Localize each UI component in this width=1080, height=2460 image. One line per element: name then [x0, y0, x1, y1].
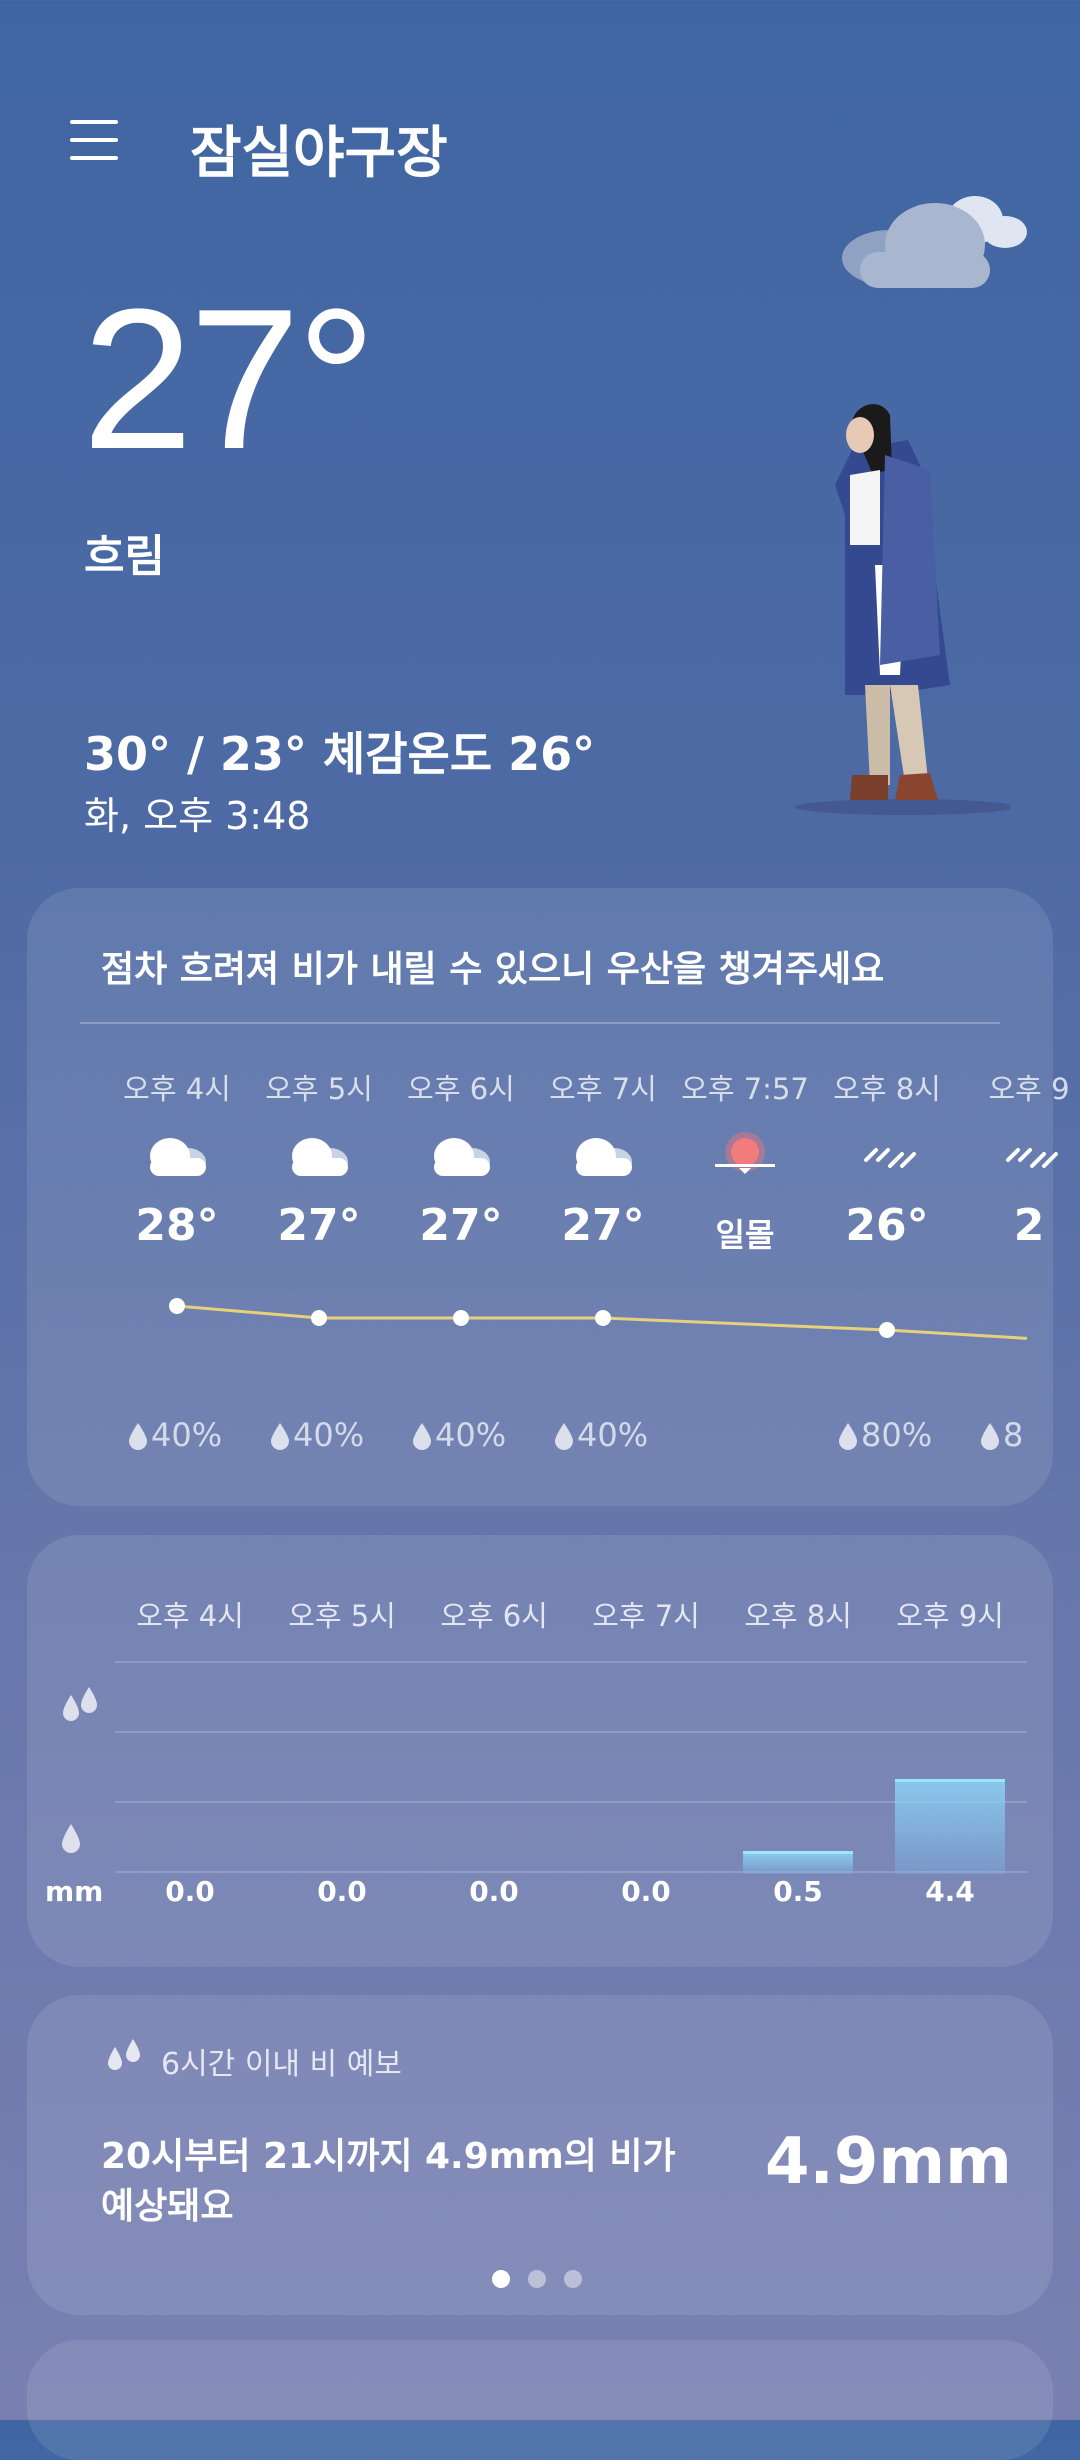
cloud-icon [842, 196, 1027, 288]
rain-amount-label: 0.0 [317, 1875, 367, 1908]
hourly-forecast-card[interactable]: 점차 흐려져 비가 내릴 수 있으니 우산을 챙겨주세요 오후 4시 28° 40%… [27, 888, 1070, 1506]
unit-label: mm [45, 1875, 104, 1908]
rain-bar [743, 1851, 853, 1874]
rain-bar [895, 1778, 1005, 1874]
rain-forecast-card[interactable]: 6시간 이내 비 예보 20시부터 21시까지 4.9mm의 비가 예상돼요 4… [27, 1995, 1053, 2315]
temperature-point [595, 1310, 611, 1326]
gridline [115, 1661, 1027, 1663]
person-illustration [795, 404, 1010, 815]
temperature-point [879, 1322, 895, 1338]
gridline [115, 1801, 1027, 1803]
rain-amount-card: 오후 4시 0.0 오후 5시 0.0 오후 6시 0.0 오후 7시 0.0 오후 8시 0.5… [27, 1535, 1053, 1967]
page-dot[interactable] [528, 2270, 546, 2288]
rain-amount-label: 0.0 [621, 1875, 671, 1908]
temperature-line-chart [169, 1298, 1028, 1340]
rain-hour-label: 오후 8시 [744, 1599, 852, 1633]
temperature-point [453, 1310, 469, 1326]
current-datetime: 화, 오후 3:48 [84, 794, 311, 838]
forecast-label: 6시간 이내 비 예보 [161, 2047, 402, 2082]
next-card [27, 2340, 1053, 2460]
current-temperature: 27° [82, 268, 376, 491]
gridline [115, 1871, 1027, 1873]
weather-condition: 흐림 [84, 531, 165, 582]
weather-screen: { "header": { "title": "잠실야구장", "menu_ic… [0, 0, 1080, 2460]
rain-hour-label: 오후 7시 [592, 1599, 700, 1633]
menu-icon[interactable] [70, 120, 120, 160]
temperature-point [169, 1298, 185, 1314]
temperature-range: 30° / 23° 체감온도 26° [84, 727, 596, 781]
rain-amount-label: 0.5 [773, 1875, 823, 1908]
gridline [115, 1731, 1027, 1733]
rain-hour-label: 오후 9시 [896, 1599, 1004, 1633]
location-title[interactable]: 잠실야구장 [190, 108, 448, 189]
header: 잠실야구장 [0, 90, 1080, 200]
temperature-point [311, 1310, 327, 1326]
page-indicator[interactable] [492, 2270, 592, 2290]
forecast-text-line2: 예상돼요 [101, 2186, 234, 2227]
forecast-amount: 4.9mm [765, 2125, 1012, 2199]
rain-hour-label: 오후 5시 [288, 1599, 396, 1633]
forecast-text-line1: 20시부터 21시까지 4.9mm의 비가 [101, 2136, 676, 2177]
raindrop-icon [62, 1824, 80, 1853]
rain-hour-label: 오후 4시 [136, 1599, 244, 1633]
raindrops-icon [63, 1687, 97, 1721]
rain-amount-label: 4.4 [925, 1875, 975, 1908]
page-dot-active[interactable] [492, 2270, 510, 2288]
rain-amount-label: 0.0 [469, 1875, 519, 1908]
rain-hour-label: 오후 6시 [440, 1599, 548, 1633]
raindrops-icon [108, 2039, 140, 2070]
page-dot[interactable] [564, 2270, 582, 2288]
rain-amount-label: 0.0 [165, 1875, 215, 1908]
